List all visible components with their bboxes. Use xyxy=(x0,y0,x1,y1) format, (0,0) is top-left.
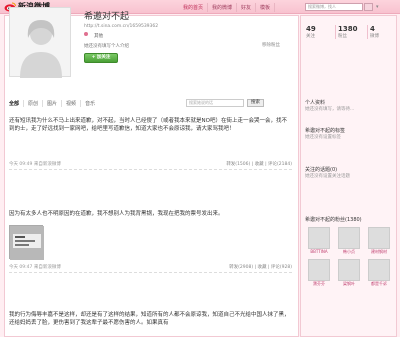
post-time[interactable]: 今天 09:47 xyxy=(9,265,32,270)
stat-posts[interactable]: 4 微博 xyxy=(368,25,400,39)
post-source[interactable]: 来自新浪微博 xyxy=(34,162,61,167)
feed-search-input[interactable]: 搜索她说的话 xyxy=(186,99,244,107)
tab-video[interactable]: 视频 xyxy=(66,100,82,107)
post-image[interactable] xyxy=(9,225,44,260)
post-text: 还有短讯我为什么不马上出来道歉，对不起，当时人已经傻了（或者我本来就是NO吧）在… xyxy=(9,118,287,132)
personal-info-title: 个人资料 xyxy=(305,100,326,106)
avatar[interactable] xyxy=(368,227,390,249)
fan-item[interactable]: 建材钢材 xyxy=(365,227,393,255)
post-actions[interactable]: 转发(2908) | 收藏 | 评论(928) xyxy=(229,264,292,270)
post-actions[interactable]: 转发(1506) | 收藏 | 评论(2184) xyxy=(226,161,292,167)
profile-name: 希邀对不起 xyxy=(84,12,130,22)
gender-female-icon xyxy=(84,32,88,36)
nav-my-weibo[interactable]: 我的微博 xyxy=(208,3,238,12)
avatar[interactable] xyxy=(368,259,390,281)
post-time[interactable]: 今天 09:49 xyxy=(9,162,32,167)
nav-templates[interactable]: 模板 xyxy=(256,3,276,12)
fan-item[interactable]: 韩小贞 xyxy=(335,227,363,255)
tab-images[interactable]: 图片 xyxy=(47,100,63,107)
profile-url[interactable]: http://t.sina.com.cn/1659539362 xyxy=(84,24,158,29)
feed-search-button[interactable]: 搜索 xyxy=(247,99,264,107)
fan-item[interactable]: 梁钢叶 xyxy=(335,259,363,287)
post-text: 我的行为侮辱丰嘉不是这样，却还是有了这样的结果，知道所有的人都不会原谅我，知道自… xyxy=(9,312,290,326)
tab-all[interactable]: 全部 xyxy=(9,100,25,107)
search-icon[interactable] xyxy=(364,3,373,11)
post-source[interactable]: 来自新浪微博 xyxy=(34,265,61,270)
feed-tabs: 全部 原创 图片 视频 音乐 xyxy=(9,100,99,107)
stat-fans[interactable]: 1380 粉丝 xyxy=(336,25,368,39)
profile-intro: 她还没有填写个人介绍 xyxy=(84,44,129,49)
fan-item[interactable]: 都是千诉 xyxy=(365,259,393,287)
avatar[interactable] xyxy=(338,227,360,249)
post-divider xyxy=(9,272,292,273)
post-text: 因为有太多人也不明原因的在道歉，我不想别人为我背黑锅，我现在把我的票号发出来。 xyxy=(9,211,224,217)
nav-home[interactable]: 我的首页 xyxy=(179,3,209,12)
fans-title: 希邀对不起的粉丝(1380) xyxy=(305,217,362,223)
profile-location: 其他 xyxy=(94,34,103,39)
fan-item[interactable]: 寶芬芬 xyxy=(305,259,333,287)
fans-grid: BBTTINA 韩小贞 建材钢材 寶芬芬 梁钢叶 都是千诉 xyxy=(305,227,393,287)
main-nav: 我的首页 我的微博 好友 模板 xyxy=(179,3,276,12)
topics-title: 关注的话题(0) xyxy=(305,167,338,173)
stat-following[interactable]: 49 关注 xyxy=(304,25,336,39)
profile-stats: 49 关注 1380 粉丝 4 微博 xyxy=(304,25,400,39)
avatar[interactable] xyxy=(338,259,360,281)
personal-info-text: 她还没有填写，请等待... xyxy=(305,107,355,112)
remove-fan-link[interactable]: 移除粉丝 xyxy=(262,42,280,48)
chevron-down-icon[interactable]: ▾ xyxy=(376,4,379,10)
follow-button[interactable]: + 加关注 xyxy=(84,53,118,63)
avatar[interactable] xyxy=(308,227,330,249)
avatar[interactable] xyxy=(308,259,330,281)
nav-friends[interactable]: 好友 xyxy=(237,3,257,12)
tags-title: 希邀对不起的标签 xyxy=(305,128,346,134)
topics-text: 她还没有设置关注话题 xyxy=(305,174,350,179)
tags-text: 她还没有设置标签 xyxy=(305,135,341,140)
fan-item[interactable]: BBTTINA xyxy=(305,227,333,255)
profile-avatar[interactable] xyxy=(9,7,71,78)
top-search-input[interactable]: 搜索微博，找人 xyxy=(305,3,363,11)
post-divider xyxy=(9,169,292,170)
tab-music[interactable]: 音乐 xyxy=(85,100,99,107)
tab-original[interactable]: 原创 xyxy=(28,100,44,107)
